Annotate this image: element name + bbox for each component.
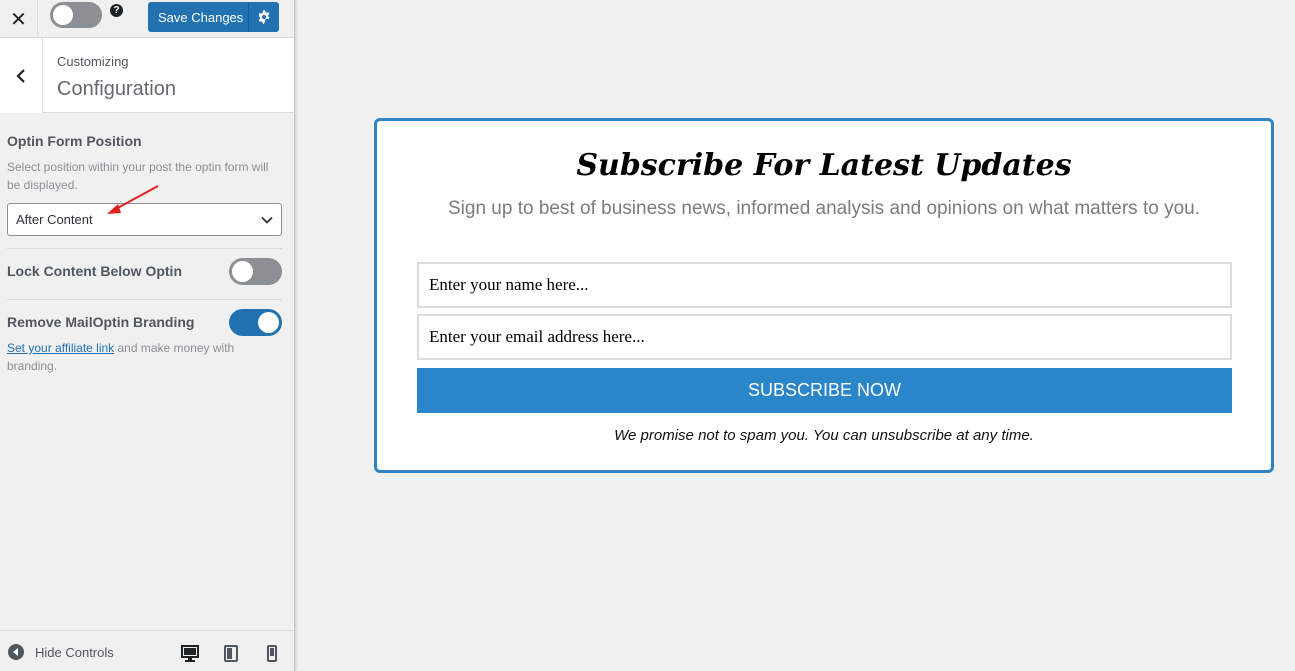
section-title: Configuration: [57, 78, 176, 100]
chevron-down-icon: [261, 216, 273, 224]
chevron-left-icon: [16, 68, 25, 83]
hide-controls-button[interactable]: Hide Controls: [8, 644, 114, 660]
customizer-footer: Hide Controls: [0, 630, 294, 671]
mobile-icon[interactable]: [267, 645, 277, 662]
remove-branding-label: Remove MailOptin Branding: [7, 314, 195, 330]
branding-description: Set your affiliate link and make money w…: [7, 339, 282, 375]
annotation-arrow-icon: [107, 185, 159, 214]
toggle-knob: [53, 5, 73, 25]
position-select-value: After Content: [16, 212, 93, 227]
position-label: Optin Form Position: [7, 133, 142, 149]
divider: [7, 248, 282, 249]
save-changes-button[interactable]: Save Changes: [148, 2, 279, 32]
tablet-icon[interactable]: [224, 645, 238, 662]
email-input[interactable]: Enter your email address here...: [417, 314, 1232, 360]
help-icon[interactable]: ?: [110, 4, 123, 17]
preview-toggle[interactable]: [50, 2, 102, 28]
gear-icon[interactable]: [249, 10, 279, 24]
desktop-icon[interactable]: [181, 645, 199, 662]
save-changes-label: Save Changes: [158, 9, 244, 25]
customizer-sidebar: ✕ ? Save Changes Customizing Configurati…: [0, 0, 295, 671]
lock-content-toggle[interactable]: [229, 258, 282, 285]
remove-branding-toggle[interactable]: [229, 309, 282, 336]
optin-subheadline: Sign up to best of business news, inform…: [448, 198, 1200, 219]
close-button[interactable]: ✕: [0, 0, 38, 38]
subscribe-button[interactable]: SUBSCRIBE NOW: [417, 368, 1232, 413]
optin-note: We promise not to spam you. You can unsu…: [614, 427, 1034, 444]
name-input[interactable]: Enter your name here...: [417, 262, 1232, 308]
section-header: Customizing Configuration: [0, 38, 294, 113]
breadcrumb: Customizing: [57, 54, 129, 69]
back-button[interactable]: [0, 38, 43, 113]
affiliate-link[interactable]: Set your affiliate link: [7, 341, 114, 355]
hide-controls-label: Hide Controls: [35, 644, 114, 660]
close-icon: ✕: [10, 8, 27, 31]
toggle-knob: [258, 312, 279, 333]
optin-form-preview: Subscribe For Latest Updates Sign up to …: [374, 118, 1274, 473]
customizer-topbar: ✕ ? Save Changes: [0, 0, 294, 38]
divider: [7, 299, 282, 300]
arrow-left-circle-icon: [8, 644, 24, 660]
lock-content-label: Lock Content Below Optin: [7, 263, 182, 279]
optin-headline: Subscribe For Latest Updates: [576, 148, 1072, 183]
toggle-knob: [232, 261, 253, 282]
